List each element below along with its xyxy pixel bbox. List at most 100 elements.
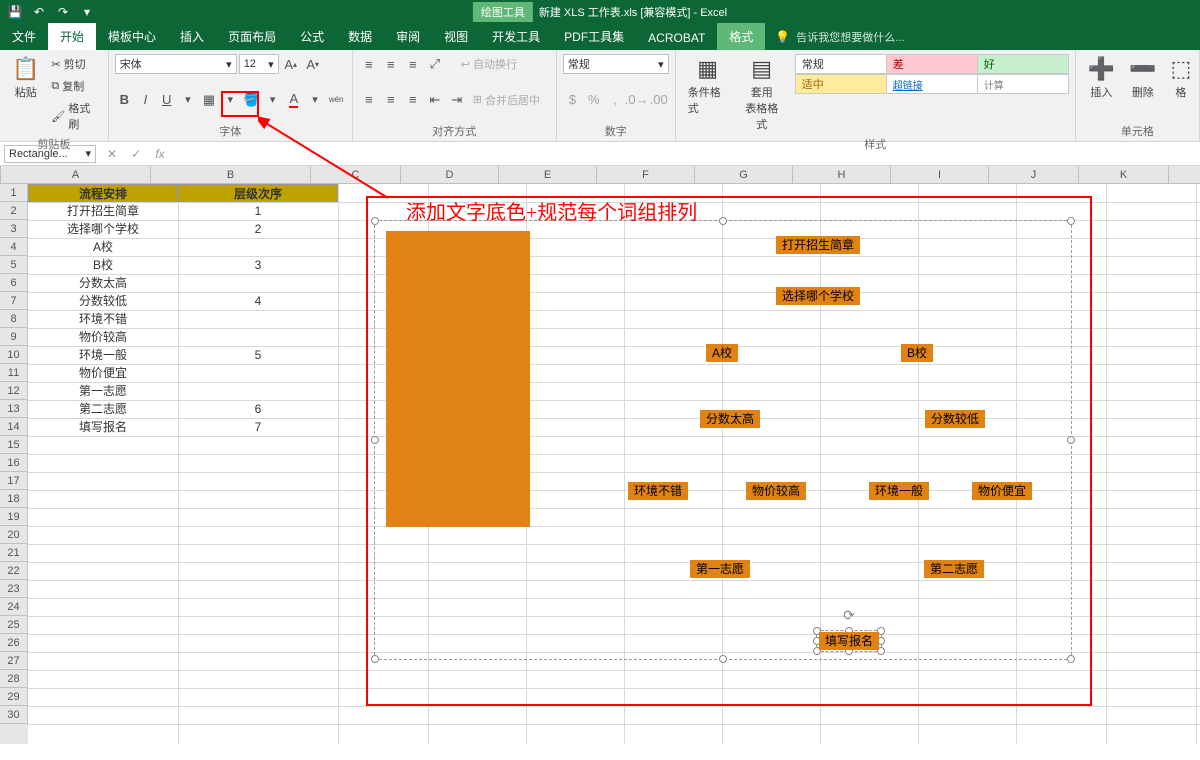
- tab-format[interactable]: 格式: [717, 23, 765, 50]
- shrink-font-button[interactable]: A▾: [303, 54, 323, 74]
- column-header[interactable]: H: [793, 166, 891, 183]
- row-header[interactable]: 17: [0, 472, 28, 490]
- insert-cells-button[interactable]: ➕插入: [1082, 54, 1121, 102]
- tab-file[interactable]: 文件: [0, 23, 48, 50]
- table-cell[interactable]: 5: [178, 346, 338, 364]
- align-bottom-button[interactable]: ≡: [403, 54, 423, 74]
- comma-button[interactable]: ,: [605, 90, 624, 110]
- row-header[interactable]: 22: [0, 562, 28, 580]
- tab-home[interactable]: 开始: [48, 23, 96, 50]
- name-box[interactable]: Rectangle...▾: [4, 145, 96, 163]
- column-header[interactable]: I: [891, 166, 989, 183]
- style-neutral[interactable]: 适中: [795, 74, 887, 94]
- style-hyperlink[interactable]: 超链接: [886, 74, 978, 94]
- style-calculation[interactable]: 计算: [977, 74, 1069, 94]
- shape-label[interactable]: 选择哪个学校: [776, 287, 860, 305]
- header-cell[interactable]: 层级次序: [178, 184, 338, 202]
- border-more-icon[interactable]: ▾: [221, 90, 240, 110]
- align-top-button[interactable]: ≡: [359, 54, 379, 74]
- row-header[interactable]: 3: [0, 220, 28, 238]
- cell-area[interactable]: 流程安排 层级次序 打开招生简章1选择哪个学校2A校B校3分数太高分数较低4环境…: [28, 184, 1200, 744]
- row-header[interactable]: 21: [0, 544, 28, 562]
- row-header[interactable]: 16: [0, 454, 28, 472]
- style-normal[interactable]: 常规: [795, 54, 887, 74]
- redo-icon[interactable]: ↷: [52, 2, 74, 22]
- column-header[interactable]: G: [695, 166, 793, 183]
- phonetic-button[interactable]: wén: [327, 90, 346, 110]
- row-header[interactable]: 30: [0, 706, 28, 724]
- shape-label[interactable]: A校: [706, 344, 738, 362]
- row-header[interactable]: 11: [0, 364, 28, 382]
- wrap-text-button[interactable]: ↩自动换行: [457, 54, 521, 74]
- row-header[interactable]: 13: [0, 400, 28, 418]
- tell-me[interactable]: 💡 告诉我您想要做什么...: [765, 24, 914, 50]
- table-cell[interactable]: 分数较低: [28, 292, 178, 310]
- font-color-button[interactable]: A: [284, 90, 303, 110]
- format-cells-button[interactable]: ⬚格: [1165, 54, 1198, 102]
- table-cell[interactable]: 打开招生简章: [28, 202, 178, 220]
- row-header[interactable]: 2: [0, 202, 28, 220]
- row-header[interactable]: 4: [0, 238, 28, 256]
- column-header[interactable]: F: [597, 166, 695, 183]
- table-cell[interactable]: 物价较高: [28, 328, 178, 346]
- increase-decimal-button[interactable]: .0→: [627, 90, 647, 110]
- shape-label[interactable]: 分数较低: [925, 410, 985, 428]
- row-header[interactable]: 28: [0, 670, 28, 688]
- copy-button[interactable]: ⧉复制: [47, 76, 101, 96]
- table-cell[interactable]: 4: [178, 292, 338, 310]
- table-cell[interactable]: 6: [178, 400, 338, 418]
- column-header[interactable]: J: [989, 166, 1079, 183]
- table-cell[interactable]: 第一志愿: [28, 382, 178, 400]
- undo-icon[interactable]: ↶: [28, 2, 50, 22]
- number-format-select[interactable]: 常规▾: [563, 54, 669, 74]
- table-cell[interactable]: 填写报名: [28, 418, 178, 436]
- grow-font-button[interactable]: A▴: [281, 54, 301, 74]
- shape-label[interactable]: 填写报名: [819, 632, 879, 650]
- row-header[interactable]: 8: [0, 310, 28, 328]
- style-good[interactable]: 好: [977, 54, 1069, 74]
- table-cell[interactable]: 环境不错: [28, 310, 178, 328]
- font-name-select[interactable]: 宋体▾: [115, 54, 237, 74]
- save-icon[interactable]: 💾: [4, 2, 26, 22]
- row-header[interactable]: 7: [0, 292, 28, 310]
- tab-view[interactable]: 视图: [432, 23, 480, 50]
- conditional-format-button[interactable]: ▦条件格式: [682, 54, 734, 118]
- shape-label[interactable]: 物价便宜: [972, 482, 1032, 500]
- column-header[interactable]: E: [499, 166, 597, 183]
- column-header[interactable]: A: [1, 166, 151, 183]
- tab-pdf[interactable]: PDF工具集: [552, 23, 636, 50]
- fill-color-button[interactable]: 🪣: [242, 90, 261, 110]
- tab-review[interactable]: 审阅: [384, 23, 432, 50]
- align-center-button[interactable]: ≡: [381, 90, 401, 110]
- align-right-button[interactable]: ≡: [403, 90, 423, 110]
- tab-insert[interactable]: 插入: [168, 23, 216, 50]
- row-header[interactable]: 18: [0, 490, 28, 508]
- decrease-decimal-button[interactable]: .00: [649, 90, 669, 110]
- shape-label[interactable]: 第一志愿: [690, 560, 750, 578]
- table-cell[interactable]: B校: [28, 256, 178, 274]
- row-header[interactable]: 6: [0, 274, 28, 292]
- fill-more-icon[interactable]: ▾: [263, 90, 282, 110]
- row-header[interactable]: 12: [0, 382, 28, 400]
- row-header[interactable]: 24: [0, 598, 28, 616]
- row-header[interactable]: 23: [0, 580, 28, 598]
- shape-label[interactable]: B校: [901, 344, 933, 362]
- row-header[interactable]: 1: [0, 184, 28, 202]
- indent-increase-button[interactable]: ⇥: [447, 90, 467, 110]
- tab-layout[interactable]: 页面布局: [216, 23, 288, 50]
- merge-center-button[interactable]: ⊞合并后居中: [469, 90, 544, 110]
- font-size-select[interactable]: 12▾: [239, 54, 279, 74]
- style-bad[interactable]: 差: [886, 54, 978, 74]
- table-cell[interactable]: 3: [178, 256, 338, 274]
- column-header[interactable]: D: [401, 166, 499, 183]
- tab-developer[interactable]: 开发工具: [480, 23, 552, 50]
- percent-button[interactable]: %: [584, 90, 603, 110]
- table-cell[interactable]: 7: [178, 418, 338, 436]
- table-cell[interactable]: 选择哪个学校: [28, 220, 178, 238]
- table-format-button[interactable]: ▤套用 表格格式: [736, 54, 788, 134]
- border-button[interactable]: ▦: [199, 90, 218, 110]
- indent-decrease-button[interactable]: ⇤: [425, 90, 445, 110]
- table-cell[interactable]: A校: [28, 238, 178, 256]
- currency-button[interactable]: $: [563, 90, 582, 110]
- table-cell[interactable]: 物价便宜: [28, 364, 178, 382]
